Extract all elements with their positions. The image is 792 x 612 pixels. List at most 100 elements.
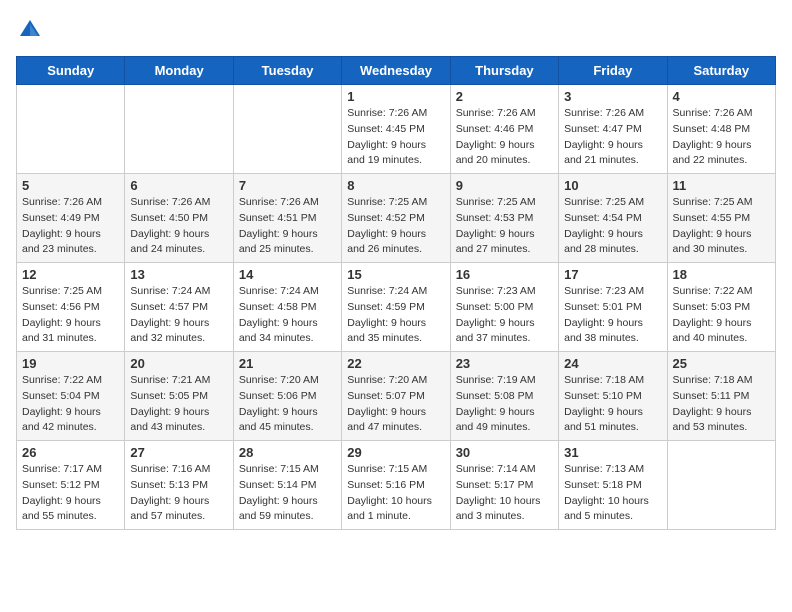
day-info: Sunrise: 7:25 AM Sunset: 4:56 PM Dayligh… <box>22 284 119 347</box>
day-cell: 16Sunrise: 7:23 AM Sunset: 5:00 PM Dayli… <box>450 263 558 352</box>
day-info: Sunrise: 7:19 AM Sunset: 5:08 PM Dayligh… <box>456 373 553 436</box>
day-info: Sunrise: 7:17 AM Sunset: 5:12 PM Dayligh… <box>22 462 119 525</box>
week-row-2: 5 Sunrise: 7:26 AM Sunset: 4:49 PM Daylig… <box>17 174 776 263</box>
day-number: 12 <box>22 267 119 282</box>
day-number: 3 <box>564 89 661 104</box>
day-number: 29 <box>347 445 444 460</box>
day-cell: 4 Sunrise: 7:26 AM Sunset: 4:48 PM Daylig… <box>667 85 775 174</box>
day-number: 17 <box>564 267 661 282</box>
day-cell <box>233 85 341 174</box>
day-cell <box>667 441 775 530</box>
day-number: 19 <box>22 356 119 371</box>
day-number: 24 <box>564 356 661 371</box>
day-number: 2 <box>456 89 553 104</box>
day-info: Sunrise: 7:22 AM Sunset: 5:04 PM Dayligh… <box>22 373 119 436</box>
day-info: Sunrise: 7:26 AM Sunset: 4:50 PM Dayligh… <box>130 195 227 258</box>
day-cell: 30 Sunrise: 7:14 AM Sunset: 5:17 PM Dayli… <box>450 441 558 530</box>
header-cell-saturday: Saturday <box>667 57 775 85</box>
day-number: 13 <box>130 267 227 282</box>
calendar-body: 1 Sunrise: 7:26 AM Sunset: 4:45 PM Daylig… <box>17 85 776 530</box>
header-cell-friday: Friday <box>559 57 667 85</box>
day-number: 10 <box>564 178 661 193</box>
day-info: Sunrise: 7:20 AM Sunset: 5:07 PM Dayligh… <box>347 373 444 436</box>
day-cell <box>17 85 125 174</box>
day-number: 18 <box>673 267 770 282</box>
day-number: 22 <box>347 356 444 371</box>
day-cell: 11Sunrise: 7:25 AM Sunset: 4:55 PM Dayli… <box>667 174 775 263</box>
day-number: 1 <box>347 89 444 104</box>
day-number: 26 <box>22 445 119 460</box>
day-cell: 14Sunrise: 7:24 AM Sunset: 4:58 PM Dayli… <box>233 263 341 352</box>
week-row-1: 1 Sunrise: 7:26 AM Sunset: 4:45 PM Daylig… <box>17 85 776 174</box>
day-cell: 15 Sunrise: 7:24 AM Sunset: 4:59 PM Dayli… <box>342 263 450 352</box>
week-row-3: 12 Sunrise: 7:25 AM Sunset: 4:56 PM Dayli… <box>17 263 776 352</box>
day-number: 15 <box>347 267 444 282</box>
day-cell: 19 Sunrise: 7:22 AM Sunset: 5:04 PM Dayli… <box>17 352 125 441</box>
day-info: Sunrise: 7:22 AM Sunset: 5:03 PM Dayligh… <box>673 284 770 347</box>
day-cell: 24Sunrise: 7:18 AM Sunset: 5:10 PM Dayli… <box>559 352 667 441</box>
day-cell: 20 Sunrise: 7:21 AM Sunset: 5:05 PM Dayli… <box>125 352 233 441</box>
day-cell: 17 Sunrise: 7:23 AM Sunset: 5:01 PM Dayli… <box>559 263 667 352</box>
day-info: Sunrise: 7:16 AM Sunset: 5:13 PM Dayligh… <box>130 462 227 525</box>
day-cell: 29 Sunrise: 7:15 AM Sunset: 5:16 PM Dayli… <box>342 441 450 530</box>
day-number: 7 <box>239 178 336 193</box>
day-info: Sunrise: 7:26 AM Sunset: 4:45 PM Dayligh… <box>347 106 444 169</box>
day-number: 5 <box>22 178 119 193</box>
header-cell-monday: Monday <box>125 57 233 85</box>
day-info: Sunrise: 7:21 AM Sunset: 5:05 PM Dayligh… <box>130 373 227 436</box>
day-number: 4 <box>673 89 770 104</box>
day-cell: 2 Sunrise: 7:26 AM Sunset: 4:46 PM Daylig… <box>450 85 558 174</box>
day-number: 20 <box>130 356 227 371</box>
calendar-header: SundayMondayTuesdayWednesdayThursdayFrid… <box>17 57 776 85</box>
day-info: Sunrise: 7:23 AM Sunset: 5:01 PM Dayligh… <box>564 284 661 347</box>
day-cell: 26 Sunrise: 7:17 AM Sunset: 5:12 PM Dayli… <box>17 441 125 530</box>
day-info: Sunrise: 7:26 AM Sunset: 4:48 PM Dayligh… <box>673 106 770 169</box>
day-number: 28 <box>239 445 336 460</box>
day-number: 21 <box>239 356 336 371</box>
day-cell: 25Sunrise: 7:18 AM Sunset: 5:11 PM Dayli… <box>667 352 775 441</box>
page-header <box>16 16 776 44</box>
day-cell <box>125 85 233 174</box>
day-cell: 23 Sunrise: 7:19 AM Sunset: 5:08 PM Dayli… <box>450 352 558 441</box>
calendar-table: SundayMondayTuesdayWednesdayThursdayFrid… <box>16 56 776 530</box>
day-info: Sunrise: 7:26 AM Sunset: 4:51 PM Dayligh… <box>239 195 336 258</box>
day-info: Sunrise: 7:24 AM Sunset: 4:58 PM Dayligh… <box>239 284 336 347</box>
day-number: 31 <box>564 445 661 460</box>
day-info: Sunrise: 7:24 AM Sunset: 4:59 PM Dayligh… <box>347 284 444 347</box>
day-number: 25 <box>673 356 770 371</box>
day-cell: 7 Sunrise: 7:26 AM Sunset: 4:51 PM Daylig… <box>233 174 341 263</box>
header-cell-wednesday: Wednesday <box>342 57 450 85</box>
day-cell: 27Sunrise: 7:16 AM Sunset: 5:13 PM Dayli… <box>125 441 233 530</box>
week-row-5: 26 Sunrise: 7:17 AM Sunset: 5:12 PM Dayli… <box>17 441 776 530</box>
header-cell-sunday: Sunday <box>17 57 125 85</box>
day-cell: 8Sunrise: 7:25 AM Sunset: 4:52 PM Daylig… <box>342 174 450 263</box>
day-info: Sunrise: 7:15 AM Sunset: 5:14 PM Dayligh… <box>239 462 336 525</box>
logo-icon <box>16 16 44 44</box>
day-number: 11 <box>673 178 770 193</box>
day-info: Sunrise: 7:14 AM Sunset: 5:17 PM Dayligh… <box>456 462 553 525</box>
logo <box>16 16 48 44</box>
day-info: Sunrise: 7:24 AM Sunset: 4:57 PM Dayligh… <box>130 284 227 347</box>
day-number: 8 <box>347 178 444 193</box>
day-info: Sunrise: 7:13 AM Sunset: 5:18 PM Dayligh… <box>564 462 661 525</box>
day-cell: 3Sunrise: 7:26 AM Sunset: 4:47 PM Daylig… <box>559 85 667 174</box>
day-number: 23 <box>456 356 553 371</box>
day-cell: 12 Sunrise: 7:25 AM Sunset: 4:56 PM Dayli… <box>17 263 125 352</box>
day-cell: 1 Sunrise: 7:26 AM Sunset: 4:45 PM Daylig… <box>342 85 450 174</box>
day-cell: 22 Sunrise: 7:20 AM Sunset: 5:07 PM Dayli… <box>342 352 450 441</box>
header-cell-tuesday: Tuesday <box>233 57 341 85</box>
day-info: Sunrise: 7:26 AM Sunset: 4:49 PM Dayligh… <box>22 195 119 258</box>
day-info: Sunrise: 7:23 AM Sunset: 5:00 PM Dayligh… <box>456 284 553 347</box>
day-number: 30 <box>456 445 553 460</box>
day-cell: 21 Sunrise: 7:20 AM Sunset: 5:06 PM Dayli… <box>233 352 341 441</box>
week-row-4: 19 Sunrise: 7:22 AM Sunset: 5:04 PM Dayli… <box>17 352 776 441</box>
header-cell-thursday: Thursday <box>450 57 558 85</box>
day-info: Sunrise: 7:20 AM Sunset: 5:06 PM Dayligh… <box>239 373 336 436</box>
day-info: Sunrise: 7:26 AM Sunset: 4:46 PM Dayligh… <box>456 106 553 169</box>
header-row: SundayMondayTuesdayWednesdayThursdayFrid… <box>17 57 776 85</box>
day-cell: 9Sunrise: 7:25 AM Sunset: 4:53 PM Daylig… <box>450 174 558 263</box>
day-info: Sunrise: 7:15 AM Sunset: 5:16 PM Dayligh… <box>347 462 444 525</box>
day-cell: 31 Sunrise: 7:13 AM Sunset: 5:18 PM Dayli… <box>559 441 667 530</box>
day-cell: 10Sunrise: 7:25 AM Sunset: 4:54 PM Dayli… <box>559 174 667 263</box>
day-cell: 28 Sunrise: 7:15 AM Sunset: 5:14 PM Dayli… <box>233 441 341 530</box>
